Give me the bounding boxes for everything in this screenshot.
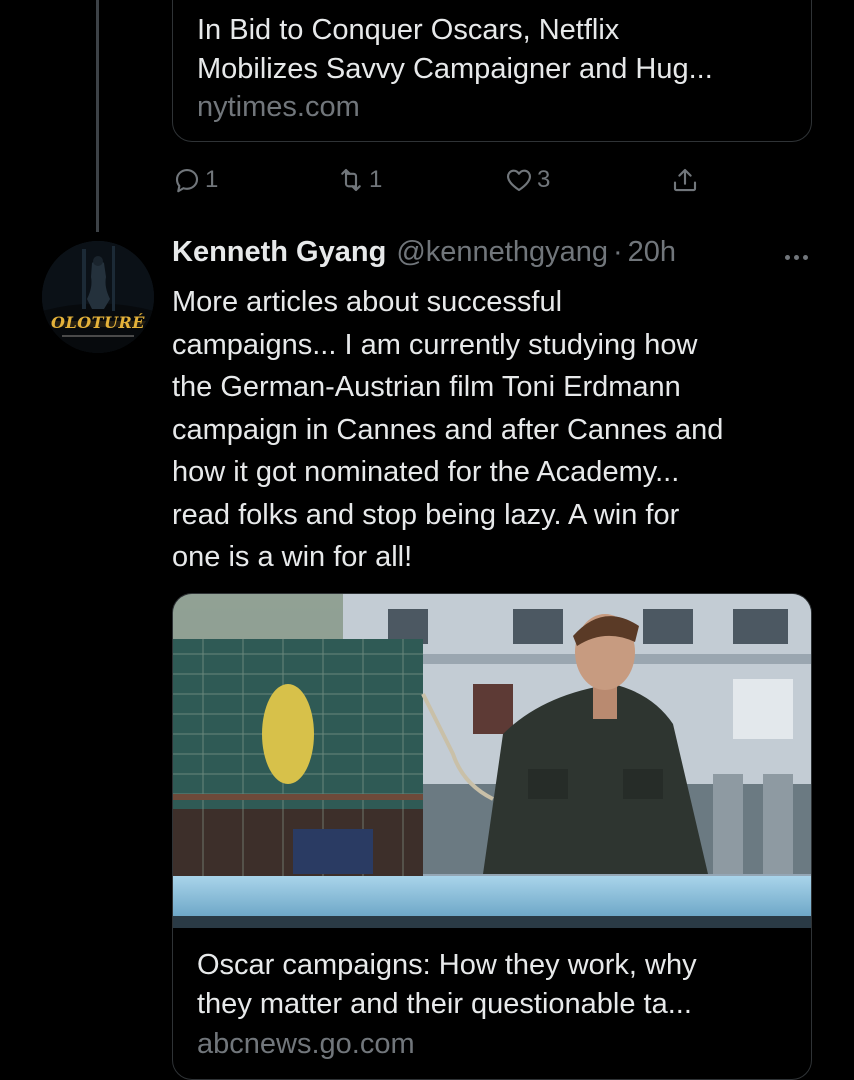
header-separator: · xyxy=(612,236,623,268)
author-name[interactable]: Kenneth Gyang xyxy=(172,236,386,269)
share-button[interactable] xyxy=(670,158,700,202)
link-card-abcnews[interactable]: Oscar campaigns: How they work, why they… xyxy=(172,593,812,1080)
thread-connector-line xyxy=(96,0,99,232)
more-options-button[interactable] xyxy=(776,242,816,272)
link-card-title: Oscar campaigns: How they work, why they… xyxy=(197,949,697,1020)
retweet-count: 1 xyxy=(369,166,383,193)
link-card-domain: nytimes.com xyxy=(197,91,360,123)
like-icon xyxy=(507,169,531,192)
avatar-image xyxy=(42,241,154,353)
reply-count: 1 xyxy=(205,166,219,193)
tweet-text-line: one is a win for all! xyxy=(172,541,413,573)
tweet-timestamp[interactable]: 20h xyxy=(628,236,676,269)
tweet-text-line: read folks and stop being lazy. A win fo… xyxy=(172,498,680,531)
tweet-text-line: the German-Austrian film Toni Erdmann xyxy=(172,371,681,403)
avatar[interactable]: OLOTURÉ xyxy=(42,241,154,353)
link-card-title: In Bid to Conquer Oscars, Netflix Mobili… xyxy=(197,14,713,85)
like-count: 3 xyxy=(537,166,551,193)
tweet-text: More articles about successful campaigns… xyxy=(172,281,822,579)
tweet-text-line: how it got nominated for the Academy... xyxy=(172,456,680,488)
tweet-actions-bar: 1 1 3 xyxy=(172,158,732,202)
tweet-text-line: campaign in Cannes and after Cannes and xyxy=(172,413,724,446)
like-button[interactable]: 3 xyxy=(504,158,550,202)
retweet-button[interactable]: 1 xyxy=(336,158,382,202)
more-icon xyxy=(783,254,810,260)
tweet-text-line: More articles about successful xyxy=(172,286,563,318)
link-card-nytimes[interactable]: In Bid to Conquer Oscars, Netflix Mobili… xyxy=(172,0,812,142)
tweet-header: Kenneth Gyang @kennethgyang · 20h xyxy=(172,236,676,276)
reply-button[interactable]: 1 xyxy=(172,158,218,202)
retweet-icon xyxy=(341,168,361,192)
tweet-text-line: campaigns... I am currently studying how xyxy=(172,328,698,361)
reply-icon xyxy=(175,168,199,193)
link-card-image xyxy=(173,594,811,928)
share-icon xyxy=(673,168,697,192)
author-handle[interactable]: @kennethgyang xyxy=(396,236,608,269)
avatar-logo-text: OLOTURÉ xyxy=(51,313,145,332)
link-card-domain: abcnews.go.com xyxy=(197,1028,415,1060)
